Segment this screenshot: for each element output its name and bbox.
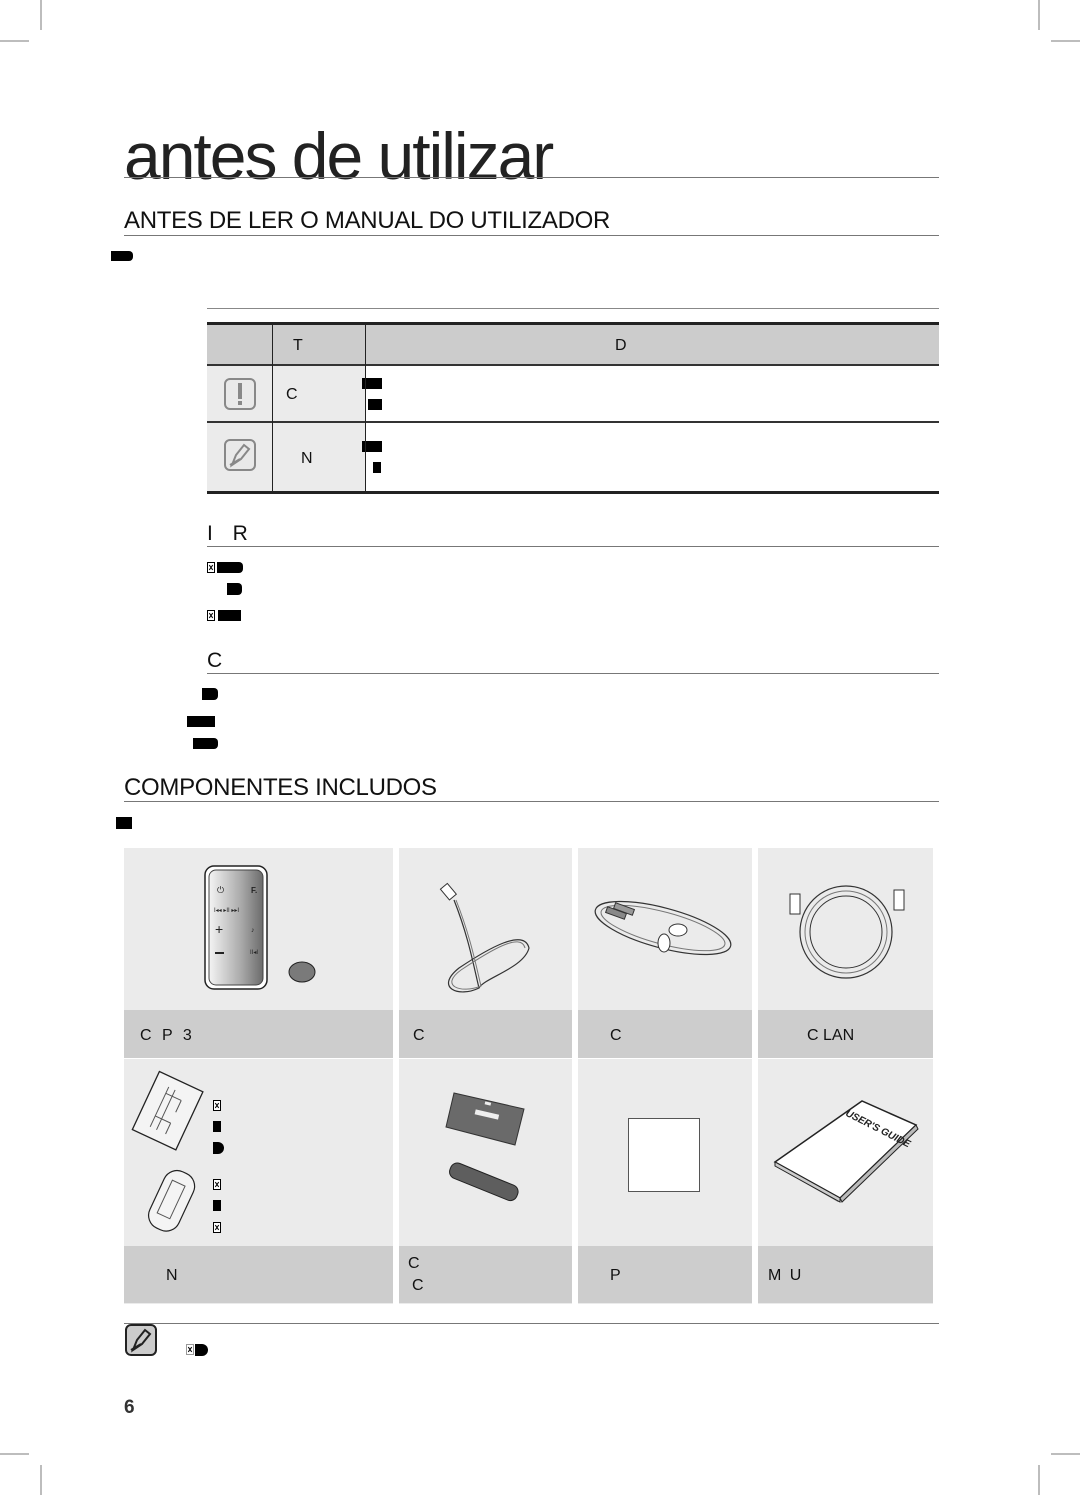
redacted-text	[111, 251, 133, 261]
redacted-text	[195, 1344, 208, 1356]
chapter-title: antes de utilizar	[124, 119, 554, 193]
redacted-text	[218, 610, 241, 621]
subsection-divider	[207, 546, 939, 547]
remote-control-image: ⏻ F. I◂◂ ▸II ▸▸I + ♪ II◂I	[204, 865, 316, 990]
table-row: C	[207, 366, 939, 423]
title-divider	[124, 177, 939, 178]
component-label-power-cable: C	[399, 1010, 572, 1058]
missing-glyph	[213, 1121, 221, 1132]
component-label-users-guide: M U	[758, 1246, 933, 1303]
redacted-text	[193, 738, 218, 749]
ferrite-cores-image	[131, 1070, 204, 1232]
svg-text:⏻: ⏻	[217, 885, 224, 895]
svg-text:I◂◂ ▸II ▸▸I: I◂◂ ▸II ▸▸I	[214, 908, 239, 914]
table-row: N	[207, 423, 939, 494]
component-label-audio-cable: C	[578, 1010, 752, 1058]
missing-glyph	[213, 1100, 221, 1111]
power-cable-image	[439, 882, 530, 993]
redacted-text	[202, 688, 218, 700]
bracket-image	[445, 1092, 525, 1202]
component-label-bracket: C C	[399, 1246, 572, 1303]
note-divider	[124, 1323, 939, 1324]
redacted-text	[213, 1142, 224, 1154]
header-col-term: T	[293, 337, 303, 354]
missing-glyph	[373, 462, 381, 473]
svg-text:+: +	[215, 921, 223, 937]
table-top-divider	[207, 308, 939, 309]
header-col-description: D	[615, 337, 627, 354]
section-divider	[124, 235, 939, 236]
term-caution: C	[286, 386, 298, 403]
note-icon	[125, 1324, 157, 1356]
missing-glyph	[213, 1179, 221, 1190]
subsection-divider	[207, 673, 939, 674]
lan-cable-image	[789, 885, 905, 979]
table-col-divider	[365, 322, 366, 492]
component-label-ferrite-cores: N	[124, 1246, 393, 1303]
redacted-text	[217, 562, 243, 573]
redacted-text	[116, 817, 132, 829]
term-note: N	[301, 450, 313, 467]
crop-mark	[1038, 0, 1040, 30]
component-label-sheet: P	[578, 1246, 752, 1303]
missing-glyph	[213, 1200, 221, 1211]
bullet-glyph	[207, 562, 215, 573]
crop-mark	[0, 1453, 29, 1455]
caution-icon	[224, 378, 256, 410]
component-label-remote: C P 3	[124, 1010, 393, 1058]
svg-text:F.: F.	[251, 886, 257, 895]
section-heading-components: COMPONENTES INCLUDOS	[124, 774, 437, 801]
section-divider	[124, 801, 939, 802]
folded-sheet-image	[628, 1118, 700, 1192]
component-label-lan-cable: C LAN	[758, 1010, 933, 1058]
table-col-divider	[272, 322, 273, 492]
page-number: 6	[124, 1397, 135, 1418]
subsection-heading-instructions: I R	[207, 522, 248, 545]
note-icon	[224, 439, 256, 471]
crop-mark	[0, 40, 29, 42]
users-guide-image: USER'S GUIDE	[773, 1100, 919, 1203]
crop-mark	[1051, 1453, 1080, 1455]
svg-text:II◂I: II◂I	[250, 950, 258, 956]
table-header-row: T D	[207, 322, 939, 366]
missing-glyph	[213, 1222, 221, 1233]
section-heading-before-reading: ANTES DE LER O MANUAL DO UTILIZADOR	[124, 207, 611, 234]
redacted-text	[227, 583, 242, 595]
audio-cable-image	[594, 900, 732, 956]
svg-text:♪: ♪	[251, 927, 255, 934]
redacted-text	[368, 399, 382, 410]
crop-mark	[40, 1465, 42, 1495]
crop-mark	[1038, 1465, 1040, 1495]
bullet-glyph	[207, 610, 215, 621]
subsection-heading-copyright: C	[207, 649, 223, 672]
crop-mark	[1051, 40, 1080, 42]
crop-mark	[40, 0, 42, 30]
redacted-text	[187, 716, 215, 727]
missing-glyph	[186, 1344, 194, 1355]
